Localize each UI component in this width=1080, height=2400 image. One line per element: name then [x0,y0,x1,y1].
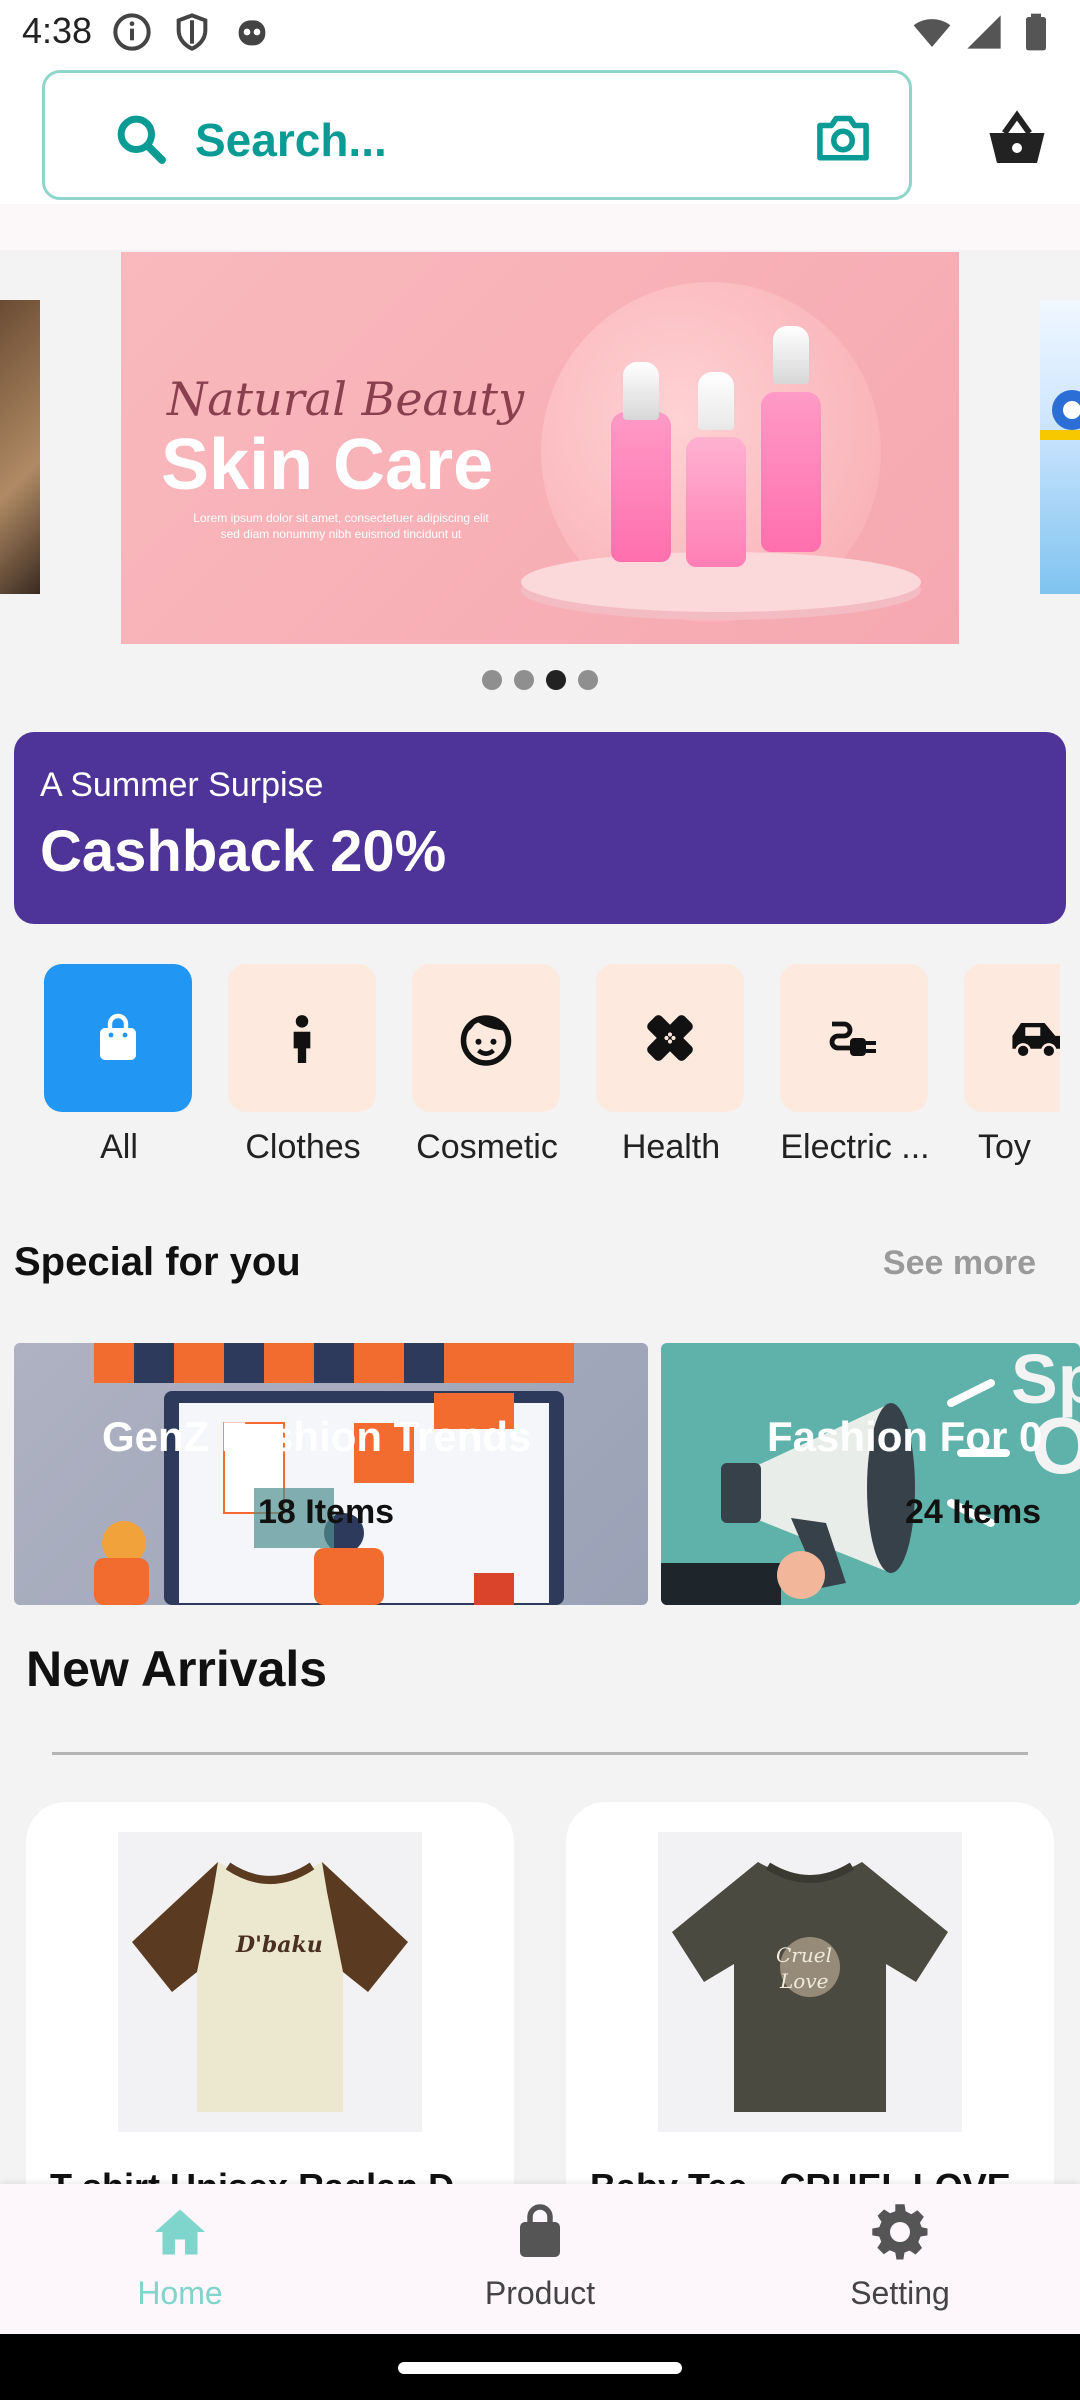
carousel-dots [0,670,1080,700]
banner-top-strip [0,204,1080,250]
category-clothes-tile[interactable] [228,964,376,1112]
category-label: Electric ... [780,1128,930,1166]
home-gesture-pill[interactable] [398,2362,682,2374]
robot-icon [238,20,266,46]
nav-product[interactable]: Product [440,2202,640,2312]
shopping-bag-icon [520,2204,560,2257]
header: Search... [0,64,1080,204]
category-cosmetic[interactable]: Cosmetic [412,964,562,1167]
svg-text:D'baku: D'baku [235,1932,323,1958]
promo-count: 24 Items [905,1493,1042,1531]
nav-home[interactable]: Home [80,2202,280,2312]
carousel-dot[interactable] [482,670,502,690]
bottle-cap [698,372,734,430]
product-image[interactable]: D'baku [118,1832,422,2132]
plug-icon [829,1021,876,1056]
search-input[interactable]: Search... [42,70,912,200]
nav-label: Setting [850,2275,950,2311]
category-label: All [100,1128,138,1166]
banner-next-graphic [1040,390,1080,440]
svg-text:Love: Love [779,1969,828,1993]
nav-label: Home [137,2275,223,2311]
category-label: Cosmetic [416,1128,558,1166]
promo-count: 18 Items [258,1493,395,1531]
bottle-cap [623,362,659,420]
gear-icon [872,2204,928,2260]
category-label: Clothes [245,1128,361,1166]
shopping-bag-icon [100,1013,136,1060]
category-clothes[interactable]: Clothes [228,964,378,1167]
status-icons-left [112,12,272,52]
product-image[interactable]: Cruel Love [658,1832,962,2132]
carousel-dot[interactable] [514,670,534,690]
promo-card-genz[interactable]: GenZ Fashion Trends 18 Items [14,1343,648,1605]
category-cosmetic-tile[interactable] [412,964,560,1112]
banner-prev-slide[interactable] [0,300,40,594]
bottle-cap [773,326,809,384]
tshirt-cruel-love-image: Cruel Love [672,1862,948,2112]
special-section-title: Special for you [14,1240,301,1284]
category-toy-tile[interactable] [964,964,1060,1112]
signal-icon [967,15,1001,49]
category-health-tile[interactable] [596,964,744,1112]
category-toy[interactable]: Toy [964,964,1060,1167]
svg-text:Cruel: Cruel [776,1943,832,1967]
category-electric-tile[interactable] [780,964,928,1112]
category-all[interactable]: All [44,964,194,1167]
wifi-icon [913,19,951,47]
banner-script-line: Natural Beauty [167,372,525,426]
banner-slide-skin-care[interactable]: Natural Beauty Skin Care Lorem ipsum dol… [121,252,959,644]
bottle-image [686,437,746,567]
search-placeholder: Search... [195,114,387,166]
nav-label: Product [484,2275,596,2311]
category-all-tile[interactable] [44,964,192,1112]
banner-subtitle: Lorem ipsum dolor sit amet, consectetuer… [193,511,489,541]
category-list: All Clothes Cosmetic Health Electric ...… [0,964,1060,1184]
cashback-subtitle: A Summer Surpise [40,766,324,804]
new-arrivals-title: New Arrivals [26,1641,328,1697]
carousel-dot[interactable] [546,670,566,690]
cashback-title: Cashback 20% [40,819,447,884]
promo-genz-illustration [94,1343,574,1605]
promo-title: Fashion For 0 [767,1413,1043,1460]
carousel-dot[interactable] [578,670,598,690]
category-label: Toy [978,1128,1031,1166]
bottle-image [761,392,821,552]
divider [52,1752,1028,1755]
shield-icon [176,13,208,51]
cashback-card[interactable]: A Summer Surpise Cashback 20% [14,732,1066,924]
camera-icon[interactable] [813,109,873,165]
tshirt-raglan-image: D'baku [132,1862,408,2112]
nav-setting[interactable]: Setting [800,2202,1000,2312]
promo-title: GenZ Fashion Trends [102,1413,532,1460]
promo-card-fashion[interactable]: Sp O Fashion For 0 24 Items [661,1343,1080,1605]
person-icon [293,1015,311,1063]
bottom-nav: Home Product Setting [0,2184,1080,2334]
home-icon [155,2209,205,2255]
battery-icon [1026,13,1046,51]
basket-icon[interactable] [984,108,1050,168]
toy-car-icon [1012,1023,1060,1059]
bandage-icon [647,1015,693,1061]
banner-next-slide[interactable] [1040,300,1080,594]
face-icon [460,1015,512,1066]
category-electric[interactable]: Electric ... [780,964,930,1167]
search-icon[interactable] [113,111,169,167]
megaphone-illustration: Sp O [661,1343,1080,1605]
status-bar: 4:38 [0,0,1080,64]
category-health[interactable]: Health [596,964,746,1167]
bottle-image [611,412,671,562]
banner-title: Skin Care [161,425,494,505]
see-more-link[interactable]: See more [883,1244,1036,1283]
system-nav-bar [0,2334,1080,2400]
status-icons-right [912,12,1056,52]
info-icon [113,13,151,51]
category-label: Health [621,1128,721,1166]
banner-carousel[interactable]: Natural Beauty Skin Care Lorem ipsum dol… [0,204,1080,724]
status-time: 4:38 [22,10,93,51]
